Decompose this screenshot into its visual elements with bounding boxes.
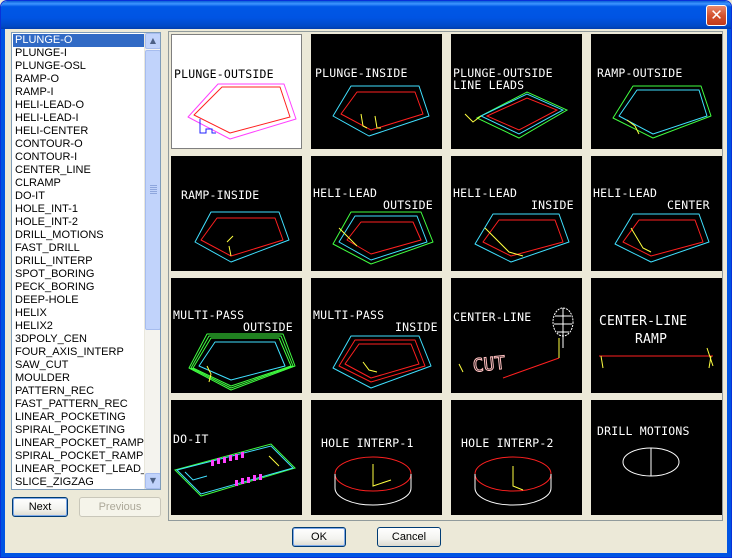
hole-interp-2-toolpath <box>474 456 552 506</box>
tile-ramp-outside[interactable]: RAMP-OUTSIDE <box>591 34 722 149</box>
drill-motions-toolpath <box>622 447 680 477</box>
template-list: PLUNGE-O PLUNGE-I PLUNGE-OSL RAMP-O RAMP-I HE… <box>13 34 145 489</box>
close-button[interactable]: ✕ <box>706 5 727 26</box>
tile-heli-lead-center[interactable]: HELI-LEAD CENTER <box>591 156 722 271</box>
list-item[interactable]: 3DPOLY_CEN <box>13 333 145 346</box>
scroll-thumb[interactable] <box>145 50 160 330</box>
list-item[interactable]: SLICE_ZIGZAG <box>13 476 145 489</box>
tile-center-line[interactable]: CENTER-LINE CUT <box>451 278 582 393</box>
window-frame-left <box>1 29 5 557</box>
tile-multi-pass-outside[interactable]: MULTI-PASS OUTSIDE <box>171 278 302 393</box>
ok-button[interactable]: OK <box>292 527 346 547</box>
arrow-down-icon: ▼ <box>149 476 157 485</box>
list-item[interactable]: SAW_CUT <box>13 359 145 372</box>
list-item[interactable]: CENTER_LINE <box>13 164 145 177</box>
scroll-down-button[interactable]: ▼ <box>145 473 160 489</box>
heli-lead-center-toolpath <box>614 213 710 263</box>
list-item[interactable]: LINEAR_POCKET_RAMP <box>13 437 145 450</box>
cut-text: CUT <box>472 353 507 377</box>
list-item[interactable]: PATTERN_REC <box>13 385 145 398</box>
tile-center-line-ramp[interactable]: CENTER-LINE RAMP <box>591 278 722 393</box>
multi-pass-inside-toolpath <box>332 335 432 389</box>
list-item[interactable]: SPOT_BORING <box>13 268 145 281</box>
tile-plunge-outside-line-leads[interactable]: PLUNGE-OUTSIDE LINE LEADS <box>451 34 582 149</box>
heli-lead-inside-toolpath <box>474 213 570 263</box>
plunge-inside-toolpath <box>332 85 430 137</box>
tile-heli-lead-inside[interactable]: HELI-LEAD INSIDE <box>451 156 582 271</box>
line-leads-toolpath <box>464 91 569 139</box>
ramp-outside-toolpath <box>612 85 712 139</box>
window-frame-bottom <box>1 553 731 557</box>
list-item[interactable]: CONTOUR-O <box>13 138 145 151</box>
list-scrollbar[interactable]: ▲ ▼ <box>144 33 160 489</box>
post-library-dialog: ✕ PLUNGE-O PLUNGE-I PLUNGE-OSL RAMP-O RAMP-I… <box>0 0 732 558</box>
list-item[interactable]: HELIX <box>13 307 145 320</box>
center-line-toolpath: CUT <box>458 307 574 379</box>
next-button[interactable]: Next <box>12 497 68 517</box>
list-item[interactable]: RAMP-I <box>13 86 145 99</box>
tile-hole-interp-1[interactable]: HOLE INTERP-1 <box>311 400 442 515</box>
tile-drill-motions[interactable]: DRILL MOTIONS <box>591 400 722 515</box>
grip-icon <box>150 185 157 194</box>
tile-heli-lead-outside[interactable]: HELI-LEAD OUTSIDE <box>311 156 442 271</box>
do-it-toolpath <box>174 443 296 497</box>
list-item[interactable]: HOLE_INT-2 <box>13 216 145 229</box>
tile-ramp-inside[interactable]: RAMP-INSIDE <box>171 156 302 271</box>
list-item[interactable]: HELI-LEAD-I <box>13 112 145 125</box>
tile-do-it[interactable]: DO-IT <box>171 400 302 515</box>
template-listbox[interactable]: PLUNGE-O PLUNGE-I PLUNGE-OSL RAMP-O RAMP-I HE… <box>11 32 161 490</box>
list-item[interactable]: DRILL_INTERP <box>13 255 145 268</box>
list-item[interactable]: CLRAMP <box>13 177 145 190</box>
list-item[interactable]: FAST_PATTERN_REC <box>13 398 145 411</box>
close-icon: ✕ <box>710 6 723 24</box>
hole-interp-1-toolpath <box>334 456 412 506</box>
tile-hole-interp-2[interactable]: HOLE INTERP-2 <box>451 400 582 515</box>
plunge-outside-toolpath <box>187 83 297 140</box>
list-item[interactable]: MOULDER <box>13 372 145 385</box>
center-line-ramp-toolpath <box>599 347 714 369</box>
list-item[interactable]: SPIRAL_POCKET_RAMP <box>13 450 145 463</box>
window-frame-right <box>727 29 731 557</box>
list-item[interactable]: LINEAR_POCKETING <box>13 411 145 424</box>
tile-plunge-outside[interactable]: PLUNGE-OUTSIDE <box>171 34 302 149</box>
multi-pass-outside-toolpath <box>188 333 296 391</box>
list-item[interactable]: LINEAR_POCKET_LEAD_ <box>13 463 145 476</box>
list-item[interactable]: DO-IT <box>13 190 145 203</box>
list-item[interactable]: CONTOUR-I <box>13 151 145 164</box>
previous-button[interactable]: Previous <box>79 497 161 517</box>
cancel-button[interactable]: Cancel <box>377 527 441 547</box>
list-item[interactable]: FAST_DRILL <box>13 242 145 255</box>
list-item[interactable]: FOUR_AXIS_INTERP <box>13 346 145 359</box>
list-item[interactable]: RAMP-O <box>13 73 145 86</box>
list-item[interactable]: DEEP-HOLE <box>13 294 145 307</box>
list-item[interactable]: HELIX2 <box>13 320 145 333</box>
list-item[interactable]: HOLE_INT-1 <box>13 203 145 216</box>
list-item[interactable]: DRILL_MOTIONS <box>13 229 145 242</box>
ramp-inside-toolpath <box>194 211 290 263</box>
list-item[interactable]: PLUNGE-OSL <box>13 60 145 73</box>
title-bar[interactable]: ✕ <box>1 1 731 29</box>
list-item[interactable]: PLUNGE-O <box>13 34 145 47</box>
heli-lead-outside-toolpath <box>332 211 434 265</box>
scroll-up-button[interactable]: ▲ <box>145 33 160 49</box>
thumbnail-grid: PLUNGE-OUTSIDE PLUNGE-INSIDE PLUNGE-OUTS… <box>168 31 723 521</box>
arrow-up-icon: ▲ <box>149 36 157 45</box>
list-item[interactable]: PECK_BORING <box>13 281 145 294</box>
tile-plunge-inside[interactable]: PLUNGE-INSIDE <box>311 34 442 149</box>
list-item[interactable]: HELI-CENTER <box>13 125 145 138</box>
list-item[interactable]: HELI-LEAD-O <box>13 99 145 112</box>
tile-multi-pass-inside[interactable]: MULTI-PASS INSIDE <box>311 278 442 393</box>
list-item[interactable]: SPIRAL_POCKETING <box>13 424 145 437</box>
list-item[interactable]: PLUNGE-I <box>13 47 145 60</box>
